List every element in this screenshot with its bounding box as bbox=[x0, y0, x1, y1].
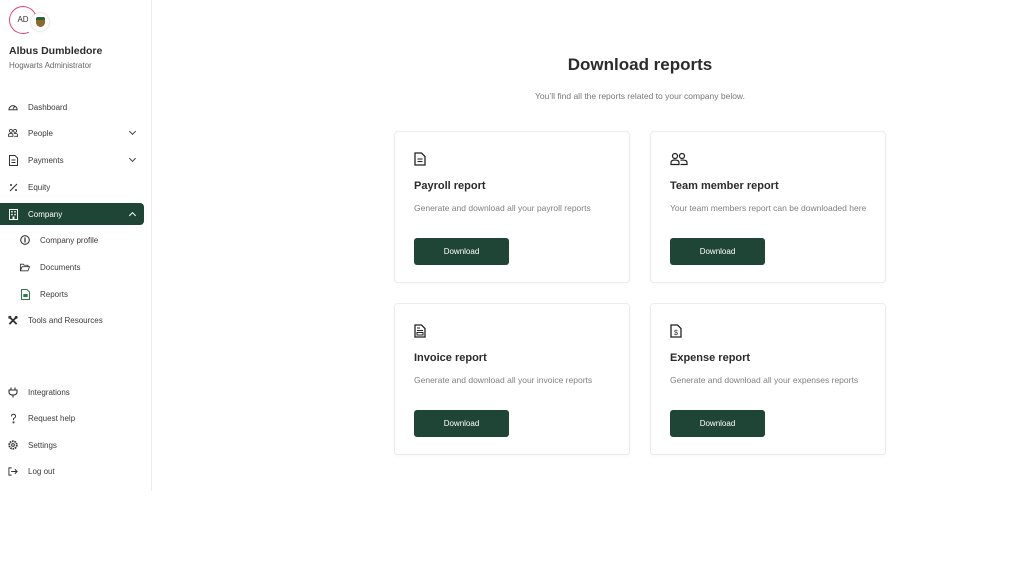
card-title: Payroll report bbox=[414, 180, 486, 192]
sidebar-item-payments[interactable]: Payments bbox=[0, 149, 144, 171]
chevron-down-icon[interactable] bbox=[128, 127, 137, 136]
invoice-icon bbox=[414, 324, 428, 338]
sidebar-item-label: Company profile bbox=[40, 235, 99, 245]
report-card-invoice: Invoice report Generate and download all… bbox=[394, 303, 630, 455]
sidebar-item-label: Reports bbox=[40, 289, 69, 299]
sidebar-item-company-profile[interactable]: Company profile bbox=[0, 229, 144, 251]
tools-icon bbox=[8, 315, 18, 325]
chevron-up-icon[interactable] bbox=[128, 211, 137, 220]
card-title: Expense report bbox=[670, 352, 751, 364]
card-description: Generate and download all your payroll r… bbox=[414, 203, 591, 213]
sidebar-item-label: Documents bbox=[40, 262, 81, 272]
sidebar-item-request-help[interactable]: Request help bbox=[0, 407, 144, 429]
download-expense-button[interactable]: Download bbox=[670, 410, 765, 437]
sidebar-item-label: People bbox=[28, 128, 53, 138]
download-invoice-button[interactable]: Download bbox=[414, 410, 509, 437]
user-name: Albus Dumbledore bbox=[9, 45, 103, 57]
folder-icon bbox=[20, 262, 30, 272]
sidebar-item-label: Equity bbox=[28, 182, 51, 192]
sidebar-item-tools-and-resources[interactable]: Tools and Resources bbox=[0, 309, 144, 331]
company-logo bbox=[31, 13, 49, 31]
sidebar-item-label: Request help bbox=[28, 413, 76, 423]
download-team-member-button[interactable]: Download bbox=[670, 238, 765, 265]
page-subtitle: You’ll find all the reports related to y… bbox=[535, 91, 745, 101]
report-card-expense: $ Expense report Generate and download a… bbox=[650, 303, 886, 455]
chevron-down-icon[interactable] bbox=[128, 154, 137, 163]
percent-icon bbox=[8, 182, 18, 192]
report-card-team-member: Team member report Your team members rep… bbox=[650, 131, 886, 283]
info-icon bbox=[20, 235, 30, 245]
sidebar-item-integrations[interactable]: Integrations bbox=[0, 381, 144, 403]
sidebar-item-reports[interactable]: Reports bbox=[0, 283, 144, 305]
card-title: Invoice report bbox=[414, 352, 487, 364]
user-role: Hogwarts Administrator bbox=[9, 61, 92, 70]
building-icon bbox=[8, 208, 18, 220]
report-card-payroll: Payroll report Generate and download all… bbox=[394, 131, 630, 283]
svg-text:$: $ bbox=[674, 330, 678, 337]
payments-icon bbox=[8, 154, 18, 166]
card-description: Generate and download all your expenses … bbox=[670, 375, 859, 385]
sidebar-item-label: Dashboard bbox=[28, 102, 68, 112]
sidebar-item-documents[interactable]: Documents bbox=[0, 256, 144, 278]
plug-icon bbox=[8, 387, 18, 397]
sidebar: AD Albus Dumbledore Hogwarts Administrat… bbox=[0, 0, 152, 491]
sidebar-item-label: Company bbox=[28, 209, 63, 219]
card-title: Team member report bbox=[670, 180, 779, 192]
sidebar-item-people[interactable]: People bbox=[0, 122, 144, 144]
help-icon bbox=[8, 413, 18, 423]
expense-icon: $ bbox=[670, 324, 684, 338]
page-title: Download reports bbox=[567, 55, 713, 74]
document-icon bbox=[414, 152, 428, 166]
sidebar-item-label: Log out bbox=[28, 466, 55, 476]
gear-icon bbox=[8, 440, 18, 450]
sidebar-item-settings[interactable]: Settings bbox=[0, 434, 144, 456]
card-description: Generate and download all your invoice r… bbox=[414, 375, 593, 385]
card-description: Your team members report can be download… bbox=[670, 203, 867, 213]
sidebar-item-label: Payments bbox=[28, 155, 64, 165]
sidebar-item-label: Integrations bbox=[28, 387, 70, 397]
logout-icon bbox=[8, 466, 18, 476]
team-icon bbox=[670, 152, 688, 166]
sidebar-item-label: Tools and Resources bbox=[28, 315, 103, 325]
sidebar-item-dashboard[interactable]: Dashboard bbox=[0, 96, 144, 118]
sidebar-item-equity[interactable]: Equity bbox=[0, 176, 144, 198]
sidebar-item-log-out[interactable]: Log out bbox=[0, 460, 144, 482]
people-icon bbox=[8, 128, 18, 138]
sidebar-item-company[interactable]: Company bbox=[0, 203, 144, 225]
report-icon bbox=[20, 288, 30, 300]
dashboard-icon bbox=[8, 102, 18, 112]
sidebar-item-label: Settings bbox=[28, 440, 57, 450]
download-payroll-button[interactable]: Download bbox=[414, 238, 509, 265]
